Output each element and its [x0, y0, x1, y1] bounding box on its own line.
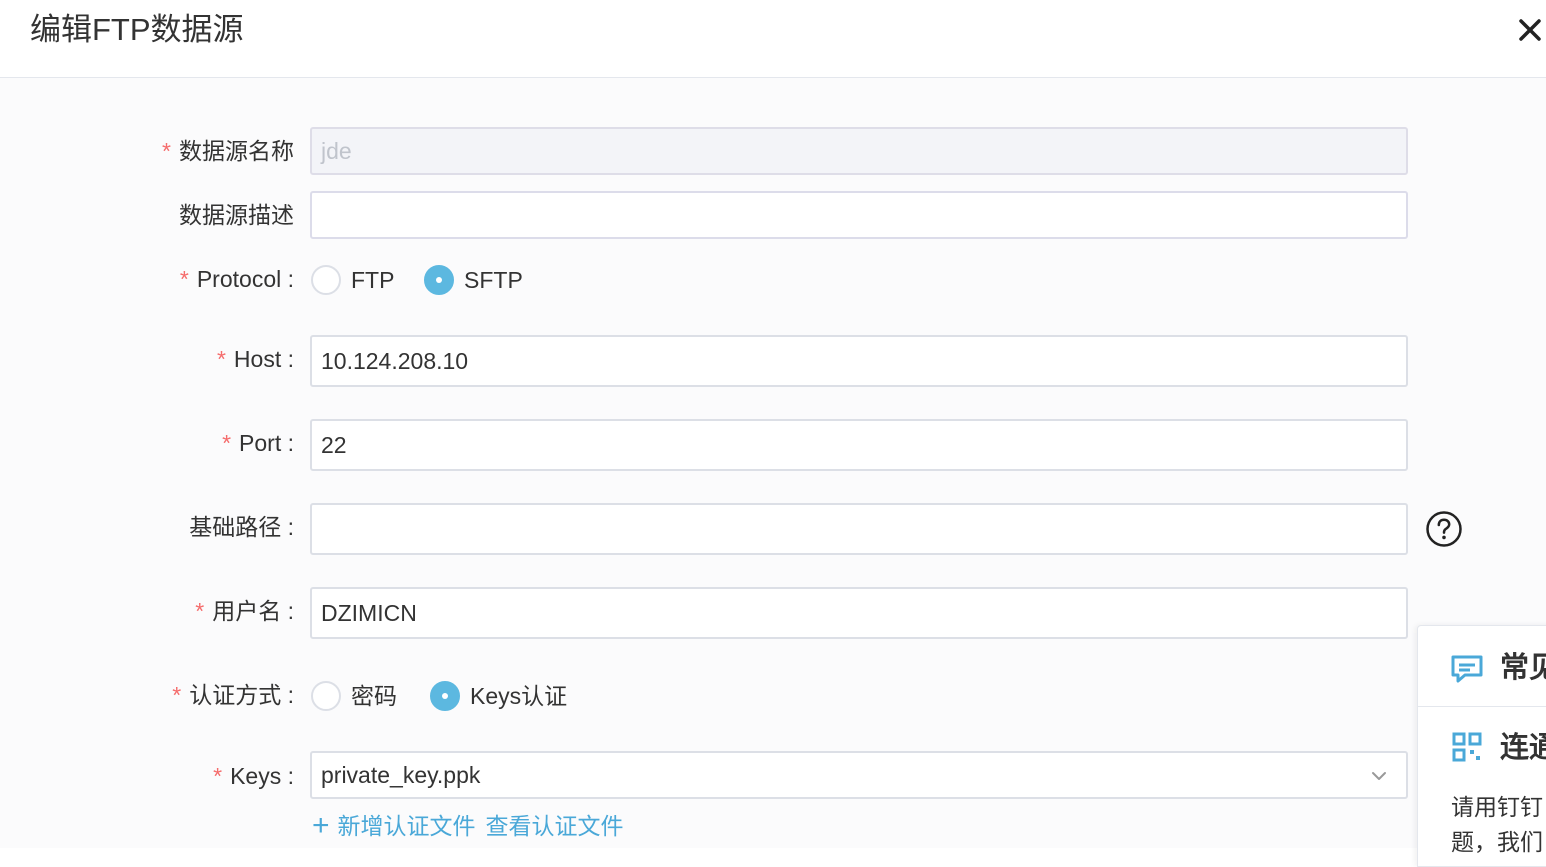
host-input[interactable]: 10.124.208.10	[310, 335, 1408, 387]
base-path-label: 基础路径 :	[189, 514, 294, 540]
key-file-links: + 新增认证文件 查看认证文件	[312, 810, 624, 842]
keys-select[interactable]: private_key.ppk	[310, 751, 1408, 799]
panel-faq-row[interactable]: 常见	[1418, 626, 1546, 707]
radio-circle-checked	[424, 265, 454, 295]
panel-text-line1: 请用钉钉	[1451, 794, 1543, 820]
name-label: * 数据源名称	[162, 138, 294, 164]
panel-text-line2: 题，我们	[1451, 829, 1543, 855]
dialog-title: 编辑FTP数据源	[30, 12, 244, 47]
protocol-label: * Protocol :	[179, 266, 294, 292]
port-label: * Port :	[222, 430, 294, 456]
radio-circle-checked	[430, 681, 460, 711]
dialog-header: 编辑FTP数据源	[0, 0, 1546, 78]
protocol-radio-ftp[interactable]: FTP	[311, 265, 394, 295]
auth-radio-keys[interactable]: Keys认证	[430, 681, 567, 711]
chevron-down-icon	[1372, 772, 1386, 780]
add-key-file-link[interactable]: 新增认证文件	[338, 810, 476, 842]
message-icon	[1451, 655, 1483, 683]
username-label: * 用户名 :	[195, 598, 294, 624]
auth-label: * 认证方式 :	[172, 682, 294, 708]
help-side-panel: 常见 连通 请用钉钉 题，我们	[1417, 625, 1546, 867]
keys-label: * Keys :	[213, 763, 294, 789]
radio-circle	[311, 681, 341, 711]
description-label: 数据源描述	[179, 202, 294, 228]
host-label: * Host :	[216, 346, 294, 372]
close-icon[interactable]	[1514, 14, 1546, 46]
base-path-input[interactable]	[310, 503, 1408, 555]
auth-radio-password[interactable]: 密码	[311, 681, 397, 711]
port-input[interactable]: 22	[310, 419, 1408, 471]
username-input[interactable]: DZIMICN	[310, 587, 1408, 639]
protocol-radio-sftp[interactable]: SFTP	[424, 265, 523, 295]
qr-grid-icon	[1452, 732, 1482, 762]
help-circle-icon[interactable]	[1425, 510, 1463, 548]
panel-faq-title: 常见	[1500, 652, 1546, 684]
panel-connect-title: 连通	[1500, 732, 1546, 764]
required-mark: *	[162, 138, 171, 164]
name-input[interactable]: jde	[310, 127, 1408, 175]
plus-icon: +	[312, 809, 330, 842]
radio-circle	[311, 265, 341, 295]
description-input[interactable]	[310, 191, 1408, 239]
view-key-file-link[interactable]: 查看认证文件	[486, 810, 624, 842]
